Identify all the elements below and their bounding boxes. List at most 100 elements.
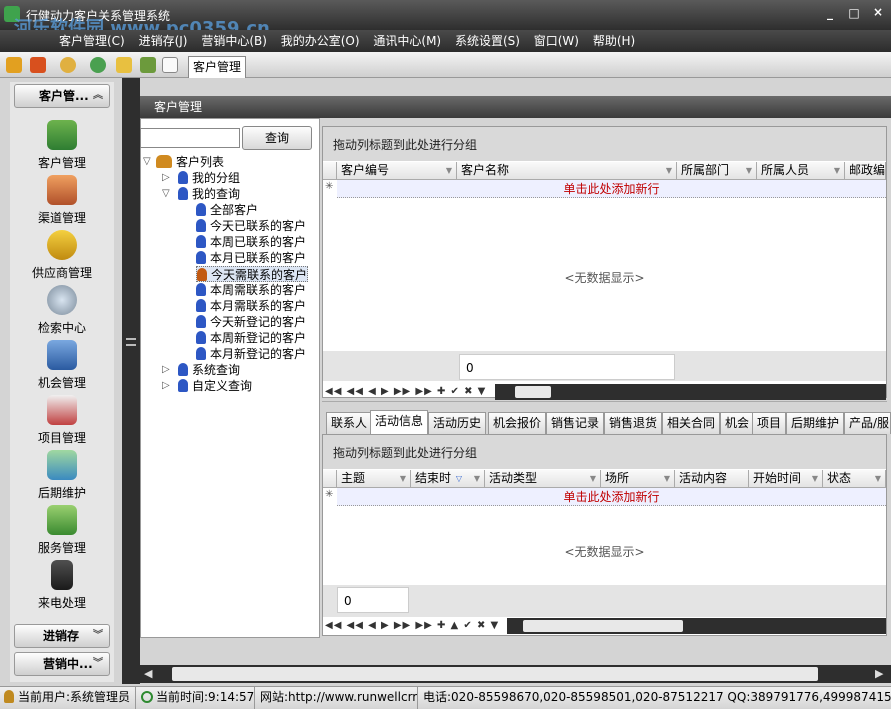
expand-arrow-icon[interactable]: ▷ <box>162 172 172 183</box>
tree-node-query[interactable]: 本周新登记的客户 <box>196 330 306 346</box>
sidebar-item-maintenance[interactable]: 后期维护 <box>14 450 110 501</box>
tab-contacts[interactable]: 联系人 <box>326 412 373 434</box>
sidebar-section-inventory[interactable]: 进销存 ︾ <box>14 624 110 648</box>
window-icon[interactable] <box>162 57 178 73</box>
status-website[interactable]: 网站:http://www.runwellcrm.cn <box>256 687 418 709</box>
horizontal-scrollbar[interactable] <box>495 384 886 400</box>
column-header[interactable]: 活动类型 ▼ <box>485 470 601 488</box>
record-navigator[interactable]: ◀◀ ◀◀ ◀ ▶ ▶▶ ▶▶ ✚ ✔ ✖ ▼ <box>325 386 495 402</box>
tab-projects[interactable]: 项目 <box>752 412 787 434</box>
close-button[interactable]: × <box>870 5 886 21</box>
collapse-arrow-icon[interactable]: ▽ <box>162 188 172 199</box>
refresh-icon[interactable] <box>90 57 106 73</box>
minimize-button[interactable]: _ <box>822 6 838 22</box>
menu-marketing[interactable]: 营销中心(B) <box>196 30 272 52</box>
tree-node-custom-queries[interactable]: 自定义查询 <box>178 378 252 394</box>
scroll-left-icon[interactable]: ◀ <box>144 667 152 680</box>
tree-node-query[interactable]: 全部客户 <box>196 202 258 218</box>
tree-node-my-queries[interactable]: 我的查询 <box>178 186 240 202</box>
filter-arrow-icon[interactable]: ▼ <box>474 470 480 487</box>
sort-arrow-icon[interactable]: ▽ <box>456 470 462 487</box>
filter-arrow-icon[interactable]: ▼ <box>746 162 752 179</box>
sidebar-section-marketing[interactable]: 营销中... ︾ <box>14 652 110 676</box>
collapse-arrow-icon[interactable]: ▽ <box>143 156 153 167</box>
scroll-thumb[interactable] <box>172 667 818 681</box>
tree-node-system-queries[interactable]: 系统查询 <box>178 362 240 378</box>
menu-office[interactable]: 我的办公室(O) <box>276 30 365 52</box>
tab-contracts[interactable]: 相关合同 <box>662 412 721 434</box>
tab-sales-returns[interactable]: 销售退货 <box>604 412 663 434</box>
filter-arrow-icon[interactable]: ▼ <box>875 470 881 487</box>
filter-arrow-icon[interactable]: ▼ <box>666 162 672 179</box>
sidebar-item-customer[interactable]: 客户管理 <box>14 120 110 171</box>
calendar-icon[interactable] <box>140 57 156 73</box>
filter-arrow-icon[interactable]: ▼ <box>400 470 406 487</box>
key-icon[interactable] <box>6 57 22 73</box>
expand-icon[interactable]: ︾ <box>93 625 103 647</box>
sidebar-item-search-center[interactable]: 检索中心 <box>14 285 110 336</box>
tree-node-query[interactable]: 本月新登记的客户 <box>196 346 306 362</box>
sidebar-item-project[interactable]: 项目管理 <box>14 395 110 446</box>
menu-window[interactable]: 窗口(W) <box>529 30 584 52</box>
expand-arrow-icon[interactable]: ▷ <box>162 380 172 391</box>
add-new-row[interactable]: 单击此处添加新行 <box>337 180 886 198</box>
filter-arrow-icon[interactable]: ▼ <box>446 162 452 179</box>
expand-arrow-icon[interactable]: ▷ <box>162 364 172 375</box>
column-header[interactable]: 所属部门 ▼ <box>677 162 757 180</box>
menu-settings[interactable]: 系统设置(S) <box>450 30 525 52</box>
main-horizontal-scrollbar[interactable]: ◀ ▶ <box>140 665 891 683</box>
column-header[interactable]: 所属人员 ▼ <box>757 162 845 180</box>
tab-activity-info[interactable]: 活动信息 <box>370 410 429 434</box>
tree-node-my-groups[interactable]: 我的分组 <box>178 170 240 186</box>
tree-node-query[interactable]: 本周已联系的客户 <box>196 234 306 250</box>
scroll-thumb[interactable] <box>515 386 551 398</box>
tree-root[interactable]: 客户列表 <box>156 154 224 170</box>
tab-customer-management[interactable]: 客户管理 <box>188 56 246 78</box>
tab-maintenance[interactable]: 后期维护 <box>786 412 845 434</box>
filter-arrow-icon[interactable]: ▼ <box>664 470 670 487</box>
menu-inventory[interactable]: 进销存(J) <box>134 30 193 52</box>
tab-activity-history[interactable]: 活动历史 <box>428 412 487 434</box>
column-header[interactable]: 客户名称 ▼ <box>457 162 677 180</box>
sidebar-item-calls[interactable]: 来电处理 <box>14 560 110 611</box>
column-header[interactable]: 结束时 ▽ ▼ <box>411 470 485 488</box>
column-header[interactable]: 状态 ▼ <box>823 470 886 488</box>
menu-customer[interactable]: 客户管理(C) <box>54 30 130 52</box>
sidebar-header-customer[interactable]: 客户管... ︽ <box>14 84 110 108</box>
search-input[interactable] <box>140 128 240 148</box>
column-header[interactable]: 场所 ▼ <box>601 470 675 488</box>
home-icon[interactable] <box>116 57 132 73</box>
tab-opportunities[interactable]: 机会 <box>720 412 755 434</box>
tab-sales-records[interactable]: 销售记录 <box>546 412 605 434</box>
column-header[interactable]: 活动内容 <box>675 470 749 488</box>
tab-quotes[interactable]: 机会报价 <box>488 412 547 434</box>
record-navigator[interactable]: ◀◀ ◀◀ ◀ ▶ ▶▶ ▶▶ ✚ ▲ ✔ ✖ ▼ <box>325 620 505 636</box>
sidebar-splitter[interactable] <box>122 78 140 684</box>
grid-splitter[interactable] <box>322 401 887 407</box>
exit-icon[interactable] <box>30 57 46 73</box>
tree-node-query[interactable]: 本月需联系的客户 <box>196 298 306 314</box>
group-by-area[interactable]: 拖动列标题到此处进行分组 <box>323 127 886 161</box>
expand-icon[interactable]: ︾ <box>93 653 103 675</box>
tree-node-query[interactable]: 本周需联系的客户 <box>196 282 306 298</box>
menu-communication[interactable]: 通讯中心(M) <box>368 30 446 52</box>
add-new-row[interactable]: 单击此处添加新行 <box>337 488 886 506</box>
maximize-button[interactable]: □ <box>846 6 862 22</box>
scroll-right-icon[interactable]: ▶ <box>875 667 883 680</box>
tree-node-query[interactable]: 今天新登记的客户 <box>196 314 306 330</box>
scroll-thumb[interactable] <box>523 620 683 632</box>
collapse-icon[interactable]: ︽ <box>93 85 103 107</box>
sidebar-item-channel[interactable]: 渠道管理 <box>14 175 110 226</box>
search-icon[interactable] <box>60 57 76 73</box>
filter-arrow-icon[interactable]: ▼ <box>812 470 818 487</box>
column-header[interactable]: 客户编号 ▼ <box>337 162 457 180</box>
tree-node-query[interactable]: 今天已联系的客户 <box>196 218 306 234</box>
search-button[interactable]: 查询 <box>242 126 312 150</box>
menu-help[interactable]: 帮助(H) <box>588 30 640 52</box>
column-header[interactable]: 开始时间 ▼ <box>749 470 823 488</box>
horizontal-scrollbar[interactable] <box>507 618 886 634</box>
filter-arrow-icon[interactable]: ▼ <box>834 162 840 179</box>
column-header[interactable]: 主题 ▼ <box>337 470 411 488</box>
sidebar-item-service[interactable]: 服务管理 <box>14 505 110 556</box>
sidebar-item-opportunity[interactable]: 机会管理 <box>14 340 110 391</box>
